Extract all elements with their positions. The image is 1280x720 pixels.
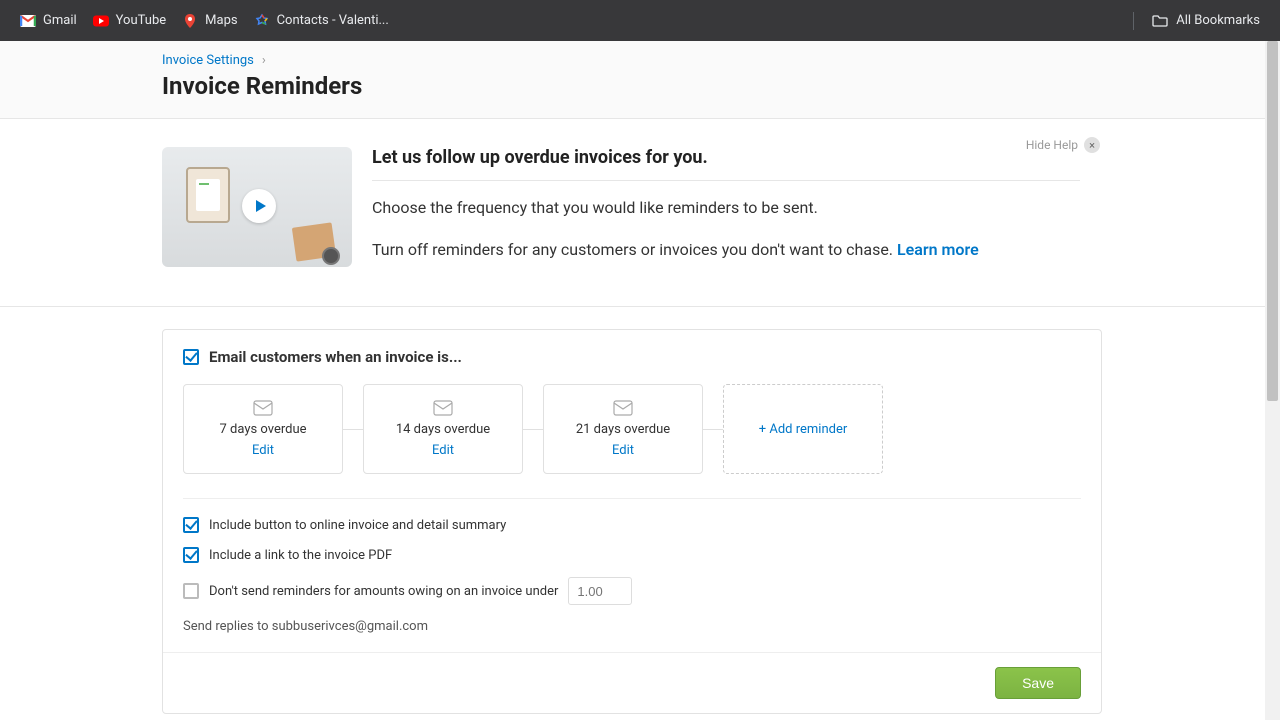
section-header-label: Email customers when an invoice is... bbox=[209, 348, 462, 366]
dont-send-option: Don't send reminders for amounts owing o… bbox=[183, 577, 1081, 605]
help-line-1: Choose the frequency that you would like… bbox=[372, 195, 1080, 221]
help-heading: Let us follow up overdue invoices for yo… bbox=[372, 147, 1080, 181]
reminder-label: 7 days overdue bbox=[219, 422, 306, 437]
bookmark-label: YouTube bbox=[116, 13, 167, 28]
bookmark-youtube[interactable]: YouTube bbox=[85, 8, 175, 34]
folder-icon bbox=[1152, 13, 1168, 29]
hide-help-button[interactable]: Hide Help × bbox=[1026, 137, 1100, 153]
play-icon bbox=[256, 200, 266, 212]
settings-card: Email customers when an invoice is... 7 … bbox=[162, 329, 1102, 714]
email-customers-checkbox[interactable] bbox=[183, 349, 199, 365]
bookmark-contacts[interactable]: Contacts - Valenti... bbox=[246, 8, 397, 34]
chevron-right-icon: › bbox=[262, 53, 266, 68]
include-button-checkbox[interactable] bbox=[183, 517, 199, 533]
reminder-label: 14 days overdue bbox=[396, 422, 490, 437]
all-bookmarks-button[interactable]: All Bookmarks bbox=[1144, 8, 1268, 34]
save-button[interactable]: Save bbox=[995, 667, 1081, 699]
hide-help-label: Hide Help bbox=[1026, 138, 1078, 152]
bookmark-divider bbox=[1133, 12, 1134, 30]
contacts-icon bbox=[254, 13, 270, 29]
help-banner: Hide Help × Let us follow up overdue inv… bbox=[0, 119, 1280, 307]
all-bookmarks-label: All Bookmarks bbox=[1176, 13, 1260, 28]
envelope-icon bbox=[613, 400, 633, 416]
scrollbar-thumb[interactable] bbox=[1267, 41, 1278, 401]
reminder-card-21days: 21 days overdue Edit bbox=[543, 384, 703, 474]
include-pdf-option: Include a link to the invoice PDF bbox=[183, 547, 1081, 563]
send-replies-text: Send replies to subbuserivces@gmail.com bbox=[183, 619, 1081, 634]
reminder-card-7days: 7 days overdue Edit bbox=[183, 384, 343, 474]
help-line-2: Turn off reminders for any customers or … bbox=[372, 237, 1080, 263]
reminder-edit-link[interactable]: Edit bbox=[612, 443, 634, 458]
scrollbar[interactable] bbox=[1265, 41, 1280, 720]
dont-send-label: Don't send reminders for amounts owing o… bbox=[209, 584, 558, 599]
reminder-card-14days: 14 days overdue Edit bbox=[363, 384, 523, 474]
bookmark-maps[interactable]: Maps bbox=[174, 8, 245, 34]
envelope-icon bbox=[433, 400, 453, 416]
learn-more-link[interactable]: Learn more bbox=[897, 240, 979, 259]
browser-bookmark-bar: Gmail YouTube Maps Contacts - Valenti...… bbox=[0, 0, 1280, 41]
reminder-edit-link[interactable]: Edit bbox=[432, 443, 454, 458]
dont-send-checkbox[interactable] bbox=[183, 583, 199, 599]
bookmark-label: Gmail bbox=[43, 13, 77, 28]
reminder-label: 21 days overdue bbox=[576, 422, 670, 437]
amount-threshold-input[interactable] bbox=[568, 577, 632, 605]
card-footer: Save bbox=[163, 652, 1101, 713]
include-button-option: Include button to online invoice and det… bbox=[183, 517, 1081, 533]
close-icon: × bbox=[1084, 137, 1100, 153]
maps-icon bbox=[182, 13, 198, 29]
include-button-label: Include button to online invoice and det… bbox=[209, 518, 506, 533]
reminder-edit-link[interactable]: Edit bbox=[252, 443, 274, 458]
include-pdf-checkbox[interactable] bbox=[183, 547, 199, 563]
page-header: Invoice Settings › Invoice Reminders bbox=[0, 41, 1280, 119]
bookmark-gmail[interactable]: Gmail bbox=[12, 8, 85, 34]
reminder-row: 7 days overdue Edit 14 days overdue Edit… bbox=[183, 384, 1081, 474]
play-video-button[interactable] bbox=[242, 189, 276, 223]
help-illustration bbox=[162, 147, 352, 267]
gmail-icon bbox=[20, 13, 36, 29]
add-reminder-button[interactable]: + Add reminder bbox=[723, 384, 883, 474]
breadcrumb-parent-link[interactable]: Invoice Settings bbox=[162, 53, 254, 68]
breadcrumb: Invoice Settings › bbox=[162, 53, 1280, 68]
bookmark-label: Maps bbox=[205, 13, 237, 28]
bookmark-label: Contacts - Valenti... bbox=[277, 13, 389, 28]
youtube-icon bbox=[93, 13, 109, 29]
envelope-icon bbox=[253, 400, 273, 416]
include-pdf-label: Include a link to the invoice PDF bbox=[209, 548, 392, 563]
page-title: Invoice Reminders bbox=[162, 72, 1280, 100]
